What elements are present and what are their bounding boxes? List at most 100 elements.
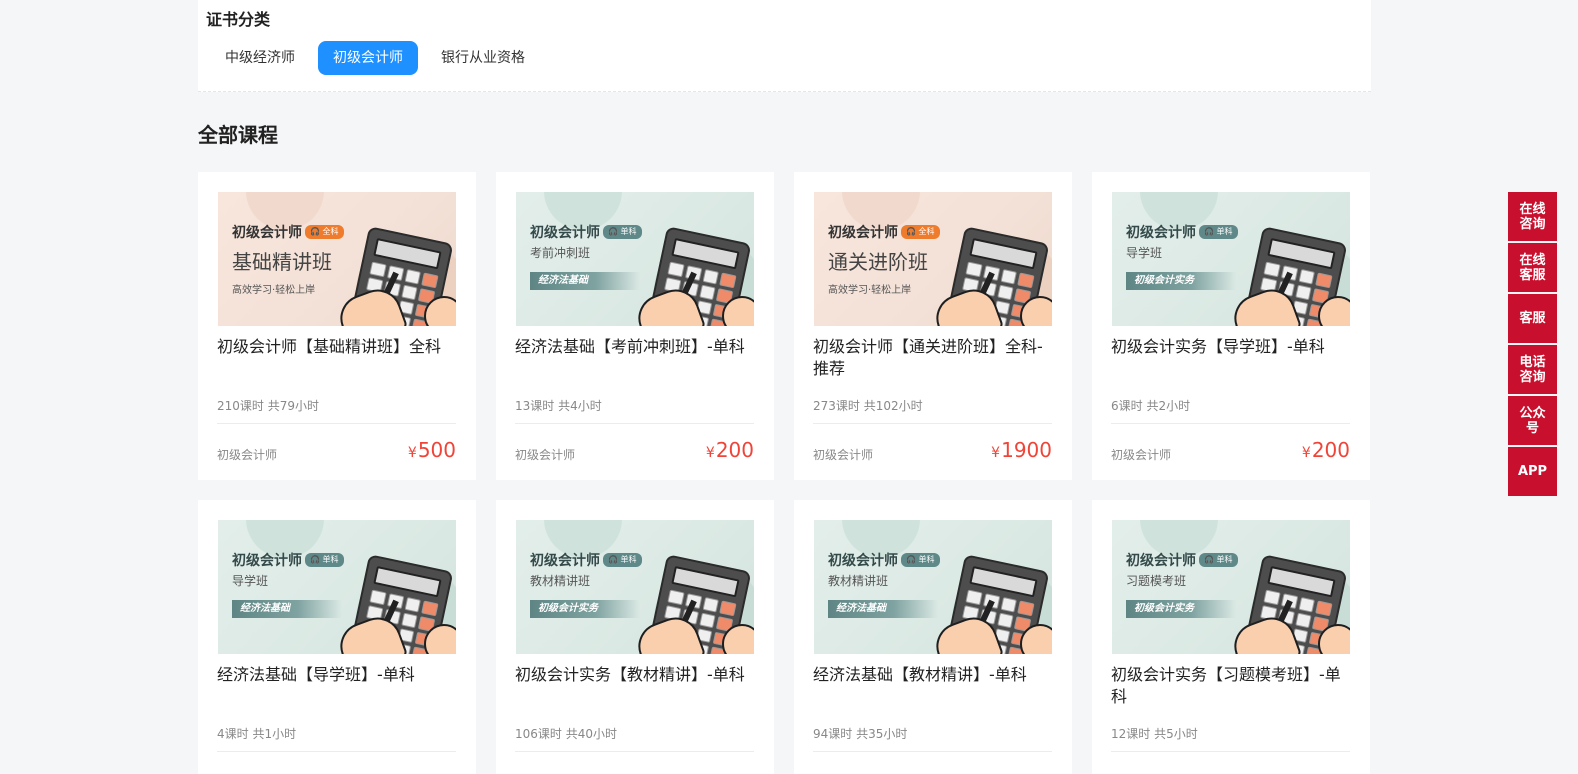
thumb-tag: 初级会计实务 — [1126, 272, 1236, 290]
thumb-header: 初级会计师 🎧 单科 — [530, 222, 642, 242]
course-card[interactable]: 初级会计师 🎧 单科 教材精讲班 初级会计实务 初级会计实务【教材精讲】-单科 … — [496, 500, 774, 774]
headphone-icon: 🎧 — [608, 227, 618, 236]
course-name[interactable]: 初级会计师【通关进阶班】全科-推荐 — [813, 336, 1053, 380]
all-courses-title: 全部课程 — [198, 123, 278, 147]
course-lessons: 210课时 共79小时 — [217, 399, 319, 413]
calculator-key — [719, 272, 737, 289]
thumb-header: 初级会计师 🎧 单科 — [232, 550, 344, 570]
divider — [515, 751, 754, 752]
thumb-tag: 经济法基础 — [530, 272, 640, 290]
calculator-key — [965, 589, 983, 606]
course-name[interactable]: 经济法基础【导学班】-单科 — [217, 664, 457, 686]
calculator-key — [1017, 600, 1035, 617]
course-card[interactable]: 初级会计师 🎧 单科 考前冲刺班 经济法基础 经济法基础【考前冲刺班】-单科 1… — [496, 172, 774, 480]
thumb-badge: 🎧 单科 — [1199, 553, 1238, 567]
app-download-button[interactable]: APP — [1508, 447, 1557, 496]
thumb-tag: 初级会计实务 — [530, 600, 640, 618]
headphone-icon: 🎧 — [1204, 227, 1214, 236]
phone-consult-button[interactable]: 电话咨询 — [1508, 345, 1557, 394]
certificate-category-title: 证书分类 — [206, 10, 271, 29]
thumb-title: 初级会计师 — [530, 225, 600, 241]
course-thumbnail[interactable]: 初级会计师 🎧 单科 导学班 初级会计实务 — [1112, 192, 1350, 326]
currency-symbol: ¥ — [1301, 445, 1311, 461]
course-thumbnail[interactable]: 初级会计师 🎧 单科 教材精讲班 初级会计实务 — [516, 520, 754, 654]
course-name[interactable]: 初级会计师【基础精讲班】全科 — [217, 336, 457, 358]
course-card[interactable]: 初级会计师 🎧 全科 基础精讲班 高效学习·轻松上岸 初级会计师【基础精讲班】全… — [198, 172, 476, 480]
divider — [1111, 423, 1350, 424]
course-category: 初级会计师 — [1111, 448, 1172, 462]
tab-intermediate-economist[interactable]: 中级经济师 — [210, 41, 310, 75]
course-card[interactable]: 初级会计师 🎧 单科 教材精讲班 经济法基础 经济法基础【教材精讲】-单科 94… — [794, 500, 1072, 774]
calculator-key — [1263, 589, 1281, 606]
thumb-subtitle: 通关进阶班 — [828, 250, 928, 274]
currency-symbol: ¥ — [991, 445, 1001, 461]
calculator-key — [1298, 596, 1316, 613]
thumb-tag: 经济法基础 — [828, 600, 938, 618]
course-thumbnail[interactable]: 初级会计师 🎧 单科 习题模考班 初级会计实务 — [1112, 520, 1350, 654]
tab-banking-qualification[interactable]: 银行从业资格 — [426, 41, 540, 75]
course-card[interactable]: 初级会计师 🎧 单科 导学班 经济法基础 经济法基础【导学班】-单科 4课时 共… — [198, 500, 476, 774]
course-card[interactable]: 初级会计师 🎧 全科 通关进阶班 高效学习·轻松上岸 初级会计师【通关进阶班】全… — [794, 172, 1072, 480]
thumb-title: 初级会计师 — [530, 553, 600, 569]
wechat-account-button[interactable]: 公众号 — [1508, 396, 1557, 445]
course-lessons: 106课时 共40小时 — [515, 727, 617, 741]
divider — [813, 751, 1052, 752]
thumb-badge-label: 全科 — [322, 227, 339, 236]
thumb-badge: 🎧 单科 — [603, 553, 642, 567]
calculator-key — [400, 612, 418, 628]
thumb-badge-label: 单科 — [1216, 555, 1233, 564]
calculator-key — [369, 261, 387, 278]
headphone-icon: 🎧 — [906, 555, 916, 564]
course-price: ¥200 — [706, 438, 754, 462]
tab-junior-accountant[interactable]: 初级会计师 — [318, 41, 418, 75]
thumb-badge: 🎧 单科 — [1199, 225, 1238, 239]
online-consult-button[interactable]: 在线咨询 — [1508, 192, 1557, 241]
course-card[interactable]: 初级会计师 🎧 单科 习题模考班 初级会计实务 初级会计实务【习题模考班】-单科… — [1092, 500, 1370, 774]
course-name[interactable]: 初级会计实务【导学班】-单科 — [1111, 336, 1351, 358]
divider — [813, 423, 1052, 424]
course-price-value: 200 — [715, 438, 754, 462]
calculator-key — [996, 612, 1014, 628]
certificate-tabs: 中级经济师 初级会计师 银行从业资格 — [210, 41, 540, 75]
calculator-key — [1294, 284, 1312, 300]
divider — [1111, 751, 1350, 752]
service-sidebar: 在线咨询 在线客服 客服 电话咨询 公众号 APP — [1508, 192, 1557, 496]
course-thumbnail[interactable]: 初级会计师 🎧 全科 基础精讲班 高效学习·轻松上岸 — [218, 192, 456, 326]
thumb-subtitle: 导学班 — [232, 574, 269, 588]
calculator-key — [719, 600, 737, 617]
calculator-key — [667, 261, 685, 278]
thumb-badge: 🎧 单科 — [901, 553, 940, 567]
online-service-button[interactable]: 在线客服 — [1508, 243, 1557, 292]
thumb-badge-label: 单科 — [918, 555, 935, 564]
course-thumbnail[interactable]: 初级会计师 🎧 单科 教材精讲班 经济法基础 — [814, 520, 1052, 654]
thumb-subtitle: 教材精讲班 — [828, 574, 889, 588]
course-lessons: 13课时 共4小时 — [515, 399, 602, 413]
course-name[interactable]: 初级会计实务【教材精讲】-单科 — [515, 664, 755, 686]
course-thumbnail[interactable]: 初级会计师 🎧 单科 考前冲刺班 经济法基础 — [516, 192, 754, 326]
divider — [217, 423, 456, 424]
thumb-badge-label: 单科 — [1216, 227, 1233, 236]
calculator-key — [1263, 261, 1281, 278]
course-price-value: 200 — [1311, 438, 1350, 462]
calculator-key — [1294, 612, 1312, 628]
course-card[interactable]: 初级会计师 🎧 单科 导学班 初级会计实务 初级会计实务【导学班】-单科 6课时… — [1092, 172, 1370, 480]
course-name[interactable]: 初级会计实务【习题模考班】-单科 — [1111, 664, 1351, 708]
customer-service-button[interactable]: 客服 — [1508, 294, 1557, 343]
thumb-badge: 🎧 全科 — [305, 225, 344, 239]
thumb-subtitle: 考前冲刺班 — [530, 246, 591, 260]
page: 证书分类 中级经济师 初级会计师 银行从业资格 全部课程 初级会计师 🎧 全科 … — [0, 0, 1578, 774]
thumb-badge-label: 单科 — [620, 555, 637, 564]
thumb-header: 初级会计师 🎧 单科 — [1126, 550, 1238, 570]
calculator-key — [698, 612, 716, 628]
course-thumbnail[interactable]: 初级会计师 🎧 单科 导学班 经济法基础 — [218, 520, 456, 654]
thumb-slogan: 高效学习·轻松上岸 — [828, 285, 912, 296]
thumb-subtitle: 导学班 — [1126, 246, 1163, 260]
course-name[interactable]: 经济法基础【教材精讲】-单科 — [813, 664, 1053, 686]
thumb-slogan: 高效学习·轻松上岸 — [232, 285, 316, 296]
thumb-subtitle: 基础精讲班 — [232, 250, 332, 274]
course-name[interactable]: 经济法基础【考前冲刺班】-单科 — [515, 336, 755, 358]
headphone-icon: 🎧 — [1204, 555, 1214, 564]
course-thumbnail[interactable]: 初级会计师 🎧 全科 通关进阶班 高效学习·轻松上岸 — [814, 192, 1052, 326]
calculator-key — [1000, 596, 1018, 613]
thumb-title: 初级会计师 — [1126, 553, 1196, 569]
